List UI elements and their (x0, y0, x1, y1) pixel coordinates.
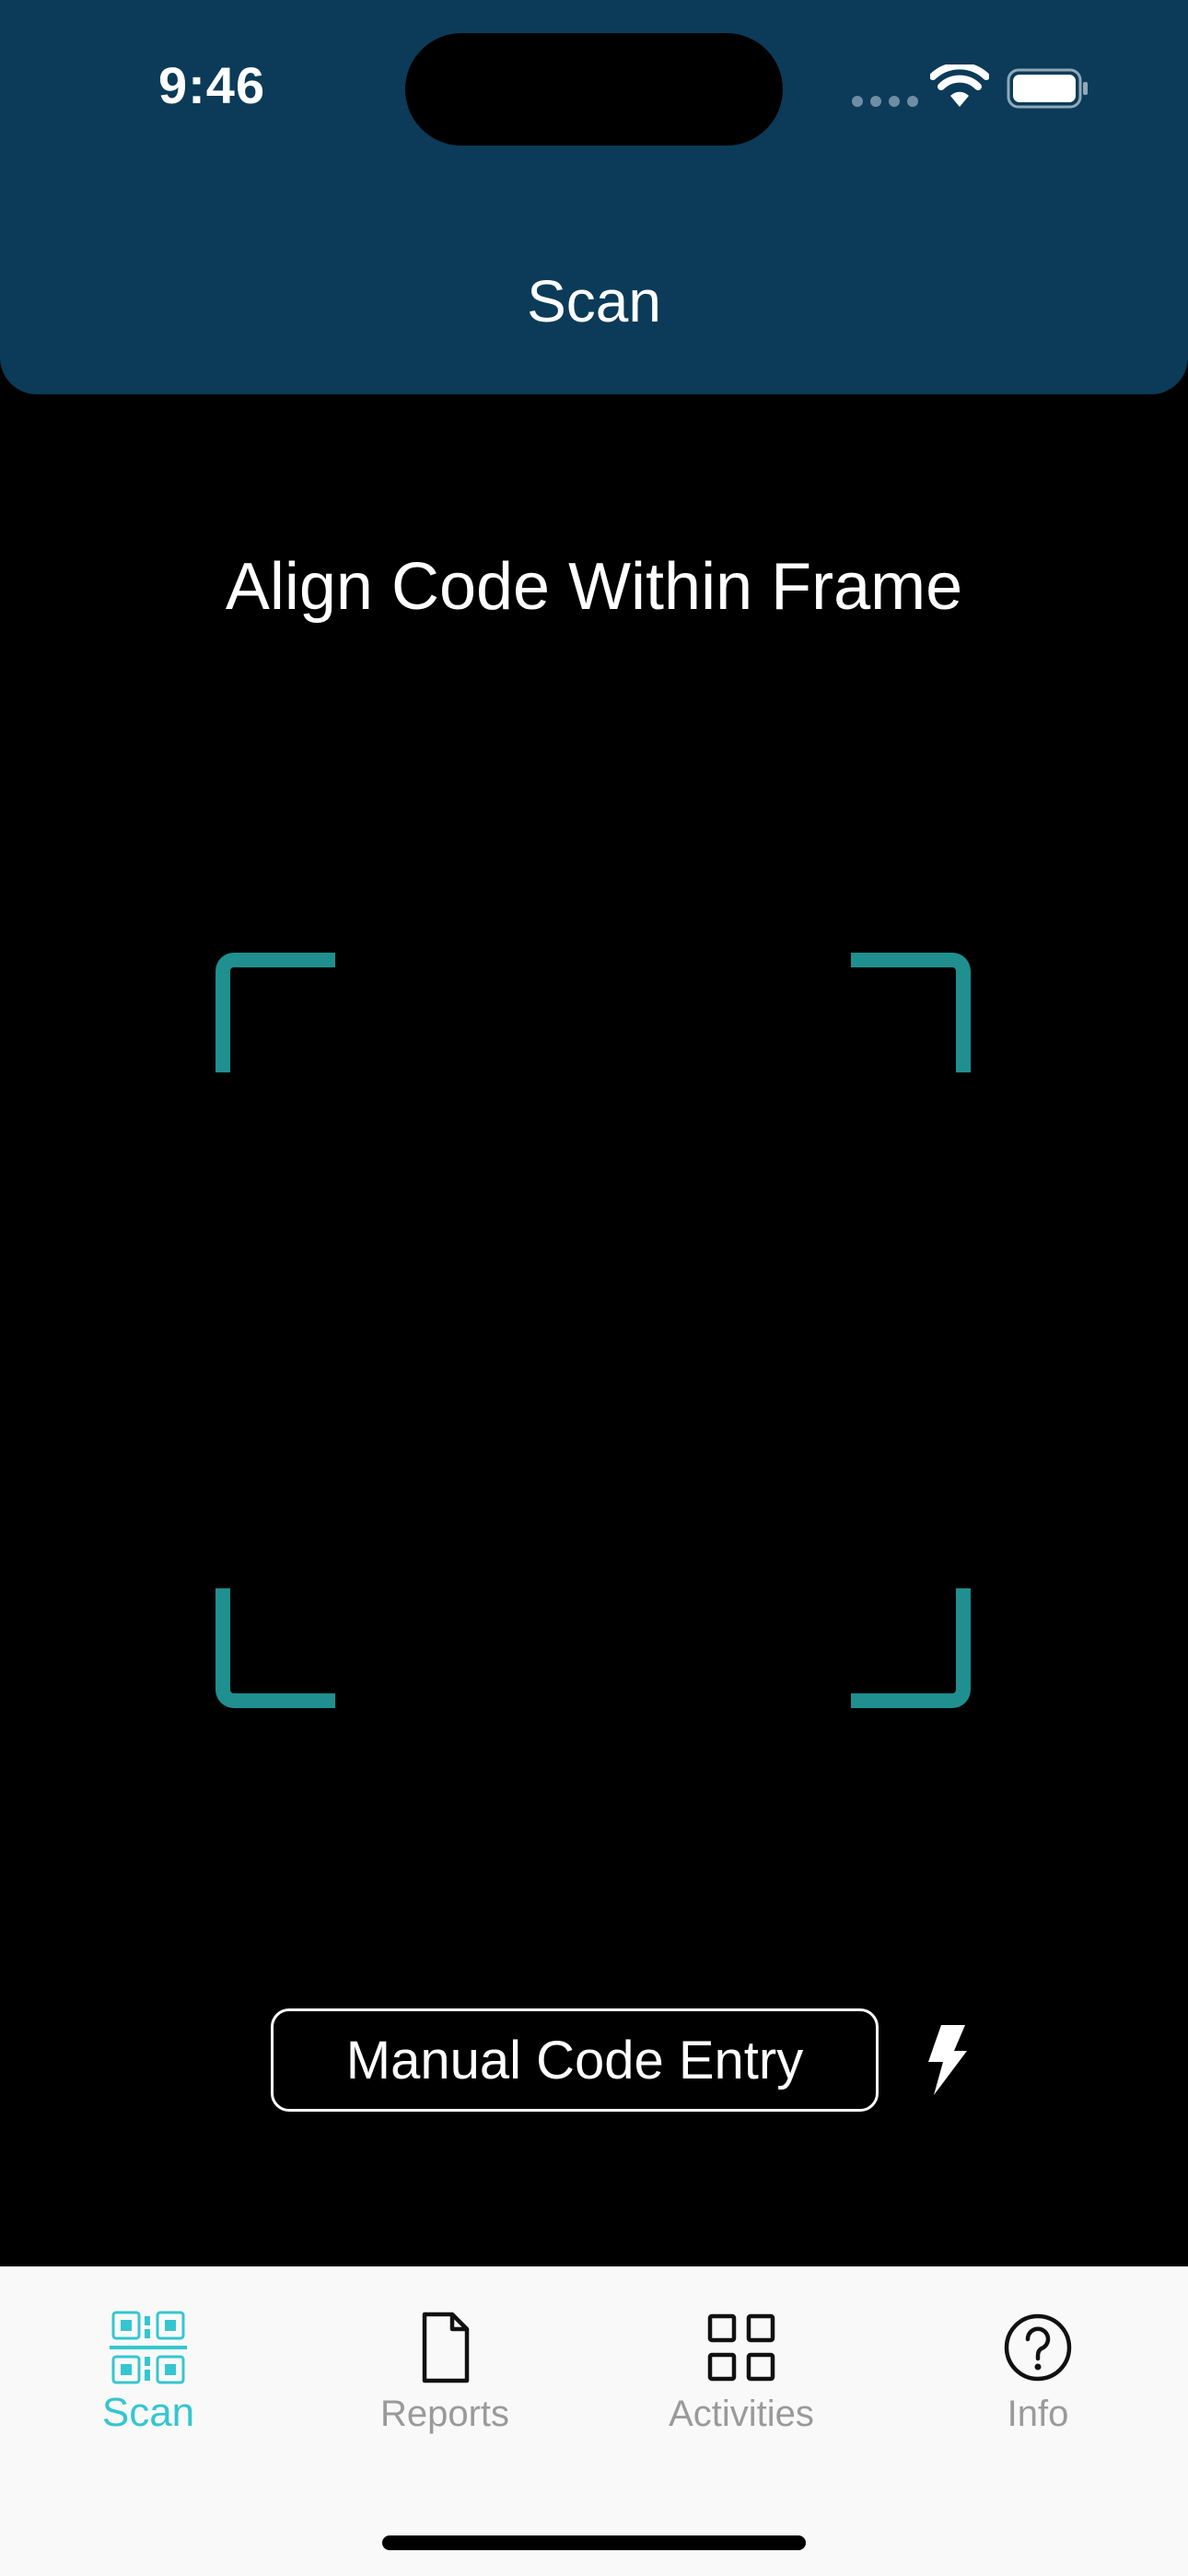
header: 9:46 Scan (0, 0, 1188, 394)
manual-code-entry-button[interactable]: Manual Code Entry (271, 2008, 879, 2112)
scan-screen: 9:46 Scan Align Code Within Frame Manual… (0, 0, 1188, 2576)
scan-instruction: Align Code Within Frame (225, 550, 963, 624)
battery-icon (1007, 68, 1088, 109)
wifi-icon (930, 64, 989, 107)
flash-icon[interactable] (921, 2023, 973, 2097)
grid-icon (707, 2313, 775, 2382)
tab-info-label: Info (1007, 2394, 1069, 2434)
page-title: Scan (527, 268, 661, 334)
scan-frame-corner-top-right (851, 953, 971, 1072)
tab-info[interactable]: Info (890, 2266, 1186, 2451)
tab-scan-label: Scan (101, 2390, 195, 2435)
status-time: 9:46 (158, 56, 266, 114)
tab-bar: Scan Reports Activities Info (0, 2266, 1188, 2576)
scan-frame-corner-bottom-right (851, 1588, 971, 1708)
dynamic-island (405, 33, 783, 146)
tab-reports-label: Reports (379, 2394, 510, 2434)
scan-frame-corner-bottom-left (215, 1588, 335, 1708)
document-icon (422, 2312, 470, 2383)
cellular-signal-icon (852, 96, 918, 107)
qr-code-icon (110, 2311, 187, 2384)
home-indicator[interactable] (382, 2535, 806, 2550)
tab-scan[interactable]: Scan (0, 2266, 297, 2451)
tab-activities[interactable]: Activities (593, 2266, 890, 2451)
tab-reports[interactable]: Reports (297, 2266, 593, 2451)
scan-frame-corner-top-left (215, 953, 335, 1072)
tab-activities-label: Activities (669, 2394, 814, 2434)
question-icon (1004, 2313, 1072, 2382)
